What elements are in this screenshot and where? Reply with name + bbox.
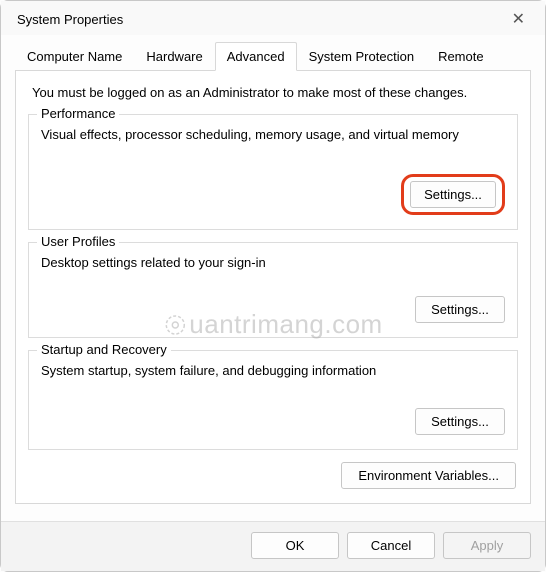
window-title: System Properties <box>17 12 123 27</box>
tab-system-protection[interactable]: System Protection <box>297 42 427 71</box>
intro-text: You must be logged on as an Administrato… <box>28 85 518 100</box>
startup-desc: System startup, system failure, and debu… <box>41 363 505 378</box>
startup-settings-button[interactable]: Settings... <box>415 408 505 435</box>
close-icon[interactable]: ✕ <box>506 9 531 29</box>
titlebar: System Properties ✕ <box>1 1 545 35</box>
performance-legend: Performance <box>37 106 119 121</box>
startup-group: Startup and Recovery System startup, sys… <box>28 350 518 450</box>
tab-computer-name[interactable]: Computer Name <box>15 42 134 71</box>
user-profiles-settings-button[interactable]: Settings... <box>415 296 505 323</box>
tab-hardware[interactable]: Hardware <box>134 42 214 71</box>
tab-remote[interactable]: Remote <box>426 42 496 71</box>
user-profiles-desc: Desktop settings related to your sign-in <box>41 255 505 270</box>
cancel-button[interactable]: Cancel <box>347 532 435 559</box>
ok-button[interactable]: OK <box>251 532 339 559</box>
performance-group: Performance Visual effects, processor sc… <box>28 114 518 230</box>
bottom-button-bar: OK Cancel Apply <box>1 521 545 571</box>
tab-advanced[interactable]: Advanced <box>215 42 297 71</box>
tab-strip: Computer Name Hardware Advanced System P… <box>15 41 531 71</box>
user-profiles-group: User Profiles Desktop settings related t… <box>28 242 518 338</box>
user-profiles-legend: User Profiles <box>37 234 119 249</box>
environment-variables-button[interactable]: Environment Variables... <box>341 462 516 489</box>
performance-desc: Visual effects, processor scheduling, me… <box>41 127 505 142</box>
performance-settings-button[interactable]: Settings... <box>410 181 496 208</box>
highlight-ring: Settings... <box>401 174 505 215</box>
content-area: Computer Name Hardware Advanced System P… <box>1 35 545 504</box>
advanced-panel: You must be logged on as an Administrato… <box>15 71 531 504</box>
apply-button[interactable]: Apply <box>443 532 531 559</box>
startup-legend: Startup and Recovery <box>37 342 171 357</box>
